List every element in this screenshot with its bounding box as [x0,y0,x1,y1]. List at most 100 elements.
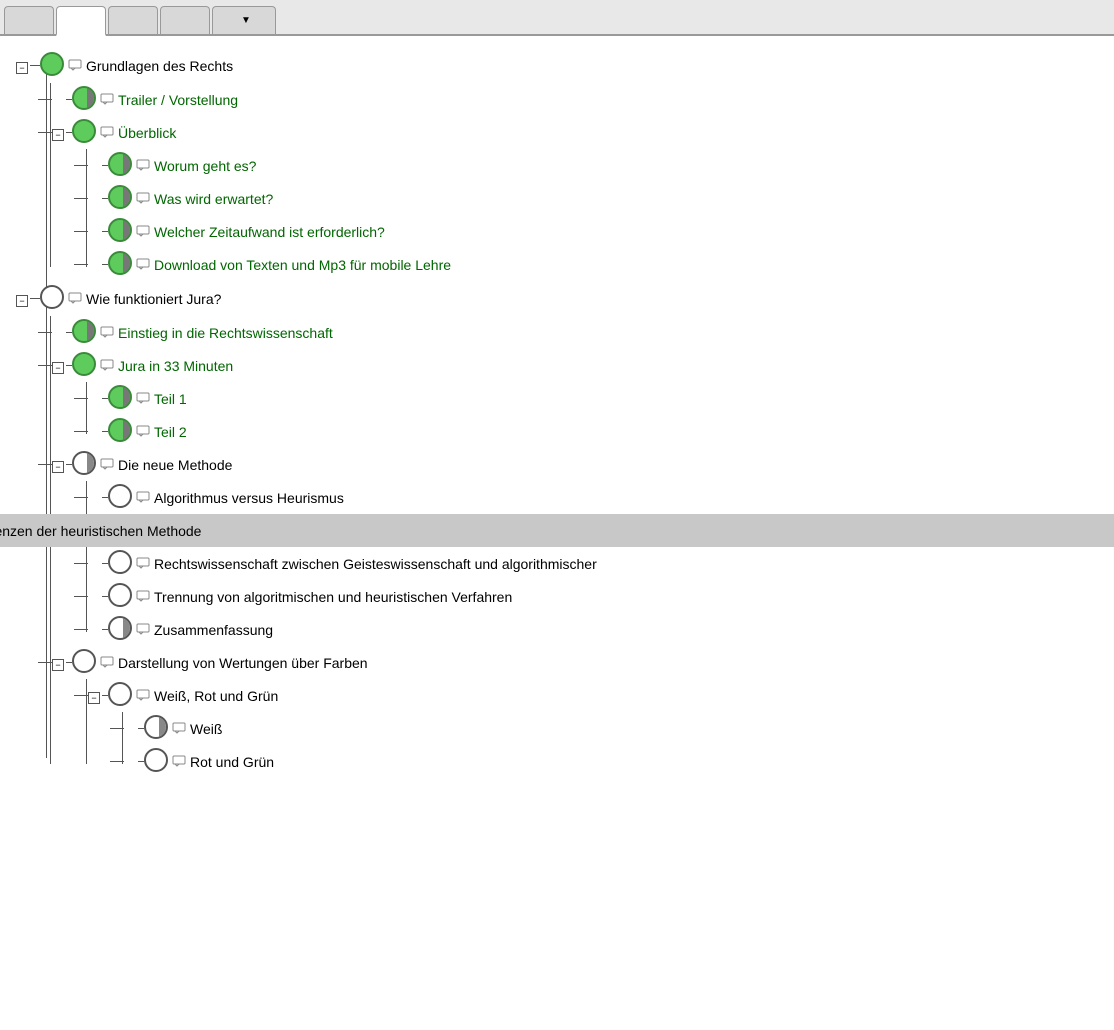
node-circle [108,550,132,577]
comment-icon[interactable] [136,556,150,572]
tree-row-worum[interactable]: Worum geht es? [74,149,1114,182]
comment-icon[interactable] [100,125,114,141]
node-label[interactable]: Jura in 33 Minuten [118,358,233,374]
node-label[interactable]: Algorithmus versus Heurismus [154,490,344,506]
expand-control[interactable]: − [16,291,28,307]
comment-icon[interactable] [100,92,114,108]
tree-row-trennung[interactable]: Trennung von algoritmischen und heuristi… [74,580,1114,613]
tree-row-waswird[interactable]: Was wird erwartet? [74,182,1114,215]
expand-control[interactable]: − [88,688,100,704]
node-circle [144,715,168,742]
node-label[interactable]: Rechtswissenschaft zwischen Geisteswisse… [154,556,597,572]
node-label[interactable]: Wie funktioniert Jura? [86,291,221,307]
comment-icon[interactable] [68,58,82,74]
comment-icon[interactable] [136,257,150,273]
node-label[interactable]: Weiß, Rot und Grün [154,688,278,704]
comment-icon[interactable] [136,424,150,440]
expand-box[interactable]: − [16,62,28,74]
node-circle [72,352,96,379]
node-circle [108,418,132,445]
node-label[interactable]: Worum geht es? [154,158,256,174]
node-label[interactable]: Weiß [190,721,222,737]
comment-icon[interactable] [136,490,150,506]
expand-control[interactable]: − [52,125,64,141]
tree-row-wiefunktioniert[interactable]: − Wie funktioniert Jura? [16,281,1114,316]
node-label[interactable]: Trailer / Vorstellung [118,92,238,108]
comment-icon[interactable] [136,391,150,407]
comment-icon[interactable] [136,622,150,638]
tree-row-teil1[interactable]: Teil 1 [74,382,1114,415]
h-connector [30,65,40,66]
h-connector [38,365,52,366]
tree-row-welcher[interactable]: Welcher Zeitaufwand ist erforderlich? [74,215,1114,248]
tree-row-diegrenzen[interactable]: Die Grenzen der heuristischen Methode [0,514,1114,547]
comment-icon[interactable] [136,589,150,605]
tab-practice[interactable] [108,6,158,34]
node-label[interactable]: Einstieg in die Rechtswissenschaft [118,325,333,341]
tab-vote[interactable] [160,6,210,34]
expand-control[interactable]: − [52,655,64,671]
tab-home[interactable] [4,6,54,34]
expand-box[interactable]: − [16,295,28,307]
expand-box[interactable]: − [52,129,64,141]
h-connector [38,662,52,663]
h-connector [74,431,88,432]
tree-row-einstieg[interactable]: Einstieg in die Rechtswissenschaft [38,316,1114,349]
expand-control[interactable]: − [52,358,64,374]
tree-row-ueberblick[interactable]: − Überblick [38,116,1114,149]
comment-icon[interactable] [136,158,150,174]
tree-row-weissrotgruen[interactable]: − Weiß, Rot und Grün [74,679,1114,712]
tree-row-dieneue[interactable]: − Die neue Methode [38,448,1114,481]
h-connector [38,332,52,333]
child-wrap-dieneue: Algorithmus versus Heurismus Die Grenzen… [74,481,1114,646]
tree-row-download[interactable]: Download von Texten und Mp3 für mobile L… [74,248,1114,281]
expand-box[interactable]: − [88,692,100,704]
expand-box[interactable]: − [52,362,64,374]
tree-row-zusammen[interactable]: Zusammenfassung [74,613,1114,646]
comment-icon[interactable] [136,191,150,207]
node-label[interactable]: Darstellung von Wertungen über Farben [118,655,368,671]
expand-box[interactable]: − [52,461,64,473]
tab-knowledge[interactable] [56,6,106,36]
node-label[interactable]: Zusammenfassung [154,622,273,638]
comment-icon[interactable] [100,325,114,341]
expand-control[interactable]: − [52,457,64,473]
comment-icon[interactable] [100,358,114,374]
comment-icon[interactable] [172,754,186,770]
node-label[interactable]: Die neue Methode [118,457,232,473]
node-circle [108,152,132,179]
tab-more[interactable]: ▼ [212,6,276,34]
h-connector [110,761,124,762]
node-label[interactable]: Download von Texten und Mp3 für mobile L… [154,257,451,273]
navigation-bar: ▼ [0,0,1114,36]
h-connector [74,563,88,564]
node-label[interactable]: Die Grenzen der heuristischen Methode [0,523,201,539]
expand-box[interactable]: − [52,659,64,671]
tree-row-grundlagen[interactable]: − Grundlagen des Rechts [16,48,1114,83]
node-label[interactable]: Teil 1 [154,391,187,407]
node-label[interactable]: Was wird erwartet? [154,191,273,207]
tree-row-weiss[interactable]: Weiß [110,712,1114,745]
node-label[interactable]: Grundlagen des Rechts [86,58,233,74]
tree-row-teil2[interactable]: Teil 2 [74,415,1114,448]
node-label[interactable]: Teil 2 [154,424,187,440]
node-label[interactable]: Überblick [118,125,176,141]
comment-icon[interactable] [100,655,114,671]
tree-row-jura33[interactable]: − Jura in 33 Minuten [38,349,1114,382]
tree-row-rotundgruen[interactable]: Rot und Grün [110,745,1114,778]
node-circle [72,319,96,346]
node-label[interactable]: Rot und Grün [190,754,274,770]
tree-row-trailer[interactable]: Trailer / Vorstellung [38,83,1114,116]
comment-icon[interactable] [68,291,82,307]
comment-icon[interactable] [136,224,150,240]
comment-icon[interactable] [172,721,186,737]
tree-row-darstellung[interactable]: − Darstellung von Wertungen über Farben [38,646,1114,679]
comment-icon[interactable] [100,457,114,473]
node-label[interactable]: Trennung von algoritmischen und heuristi… [154,589,512,605]
node-label[interactable]: Welcher Zeitaufwand ist erforderlich? [154,224,385,240]
expand-control[interactable]: − [16,58,28,74]
comment-icon[interactable] [136,688,150,704]
tree-row-algorithmus[interactable]: Algorithmus versus Heurismus [74,481,1114,514]
node-circle [108,583,132,610]
tree-row-rechtswissen[interactable]: Rechtswissenschaft zwischen Geisteswisse… [74,547,1114,580]
